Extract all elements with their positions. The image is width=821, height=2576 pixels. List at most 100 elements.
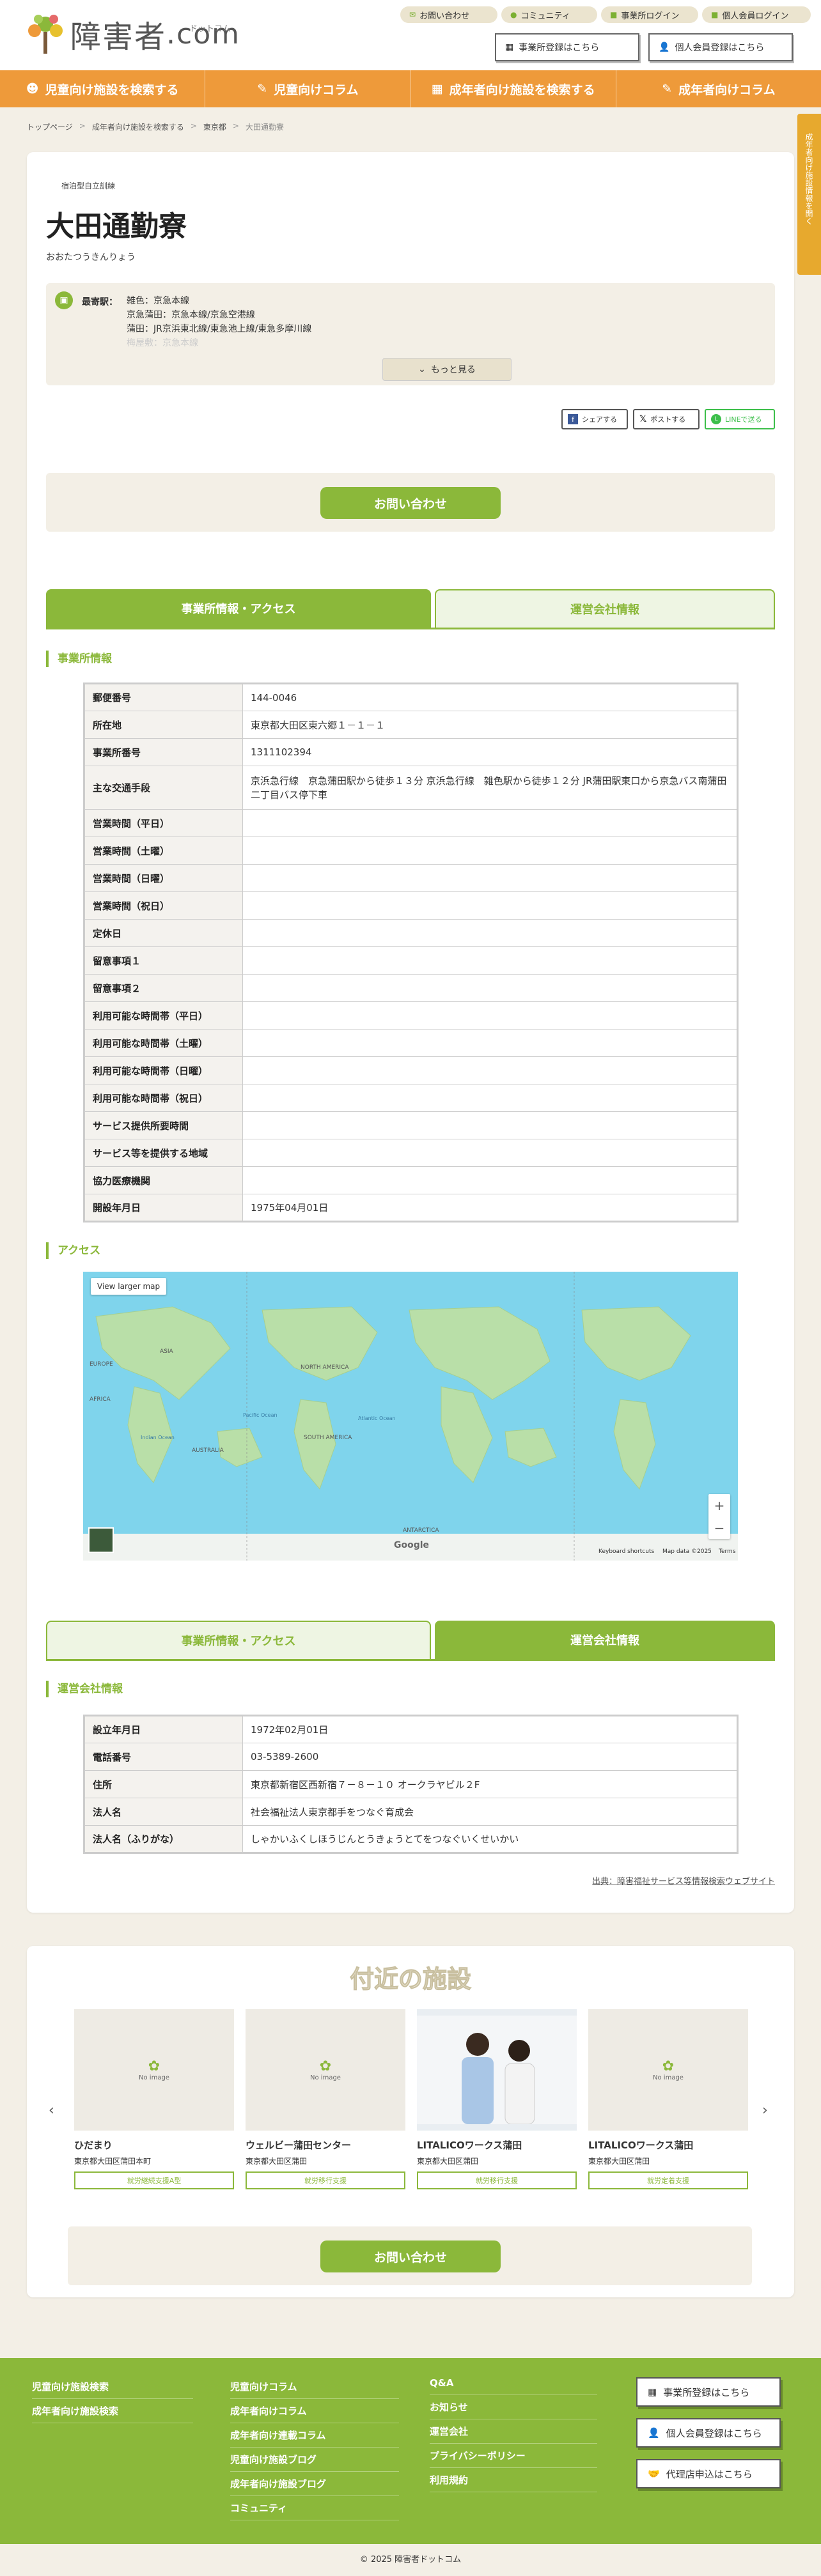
- show-more-button[interactable]: ⌄ もっと見る: [382, 358, 512, 381]
- breadcrumb-prefecture[interactable]: 東京都: [203, 121, 226, 132]
- service-tag: 就労定着支援: [588, 2171, 748, 2189]
- child-icon: ☻: [26, 82, 39, 96]
- map-data-credit: Map data ©2025: [662, 1548, 712, 1555]
- table-row: 利用可能な時間帯（土曜）: [84, 1029, 738, 1057]
- building-icon: ▦: [431, 82, 443, 96]
- community-link[interactable]: ● コミュニティ: [501, 6, 597, 23]
- office-register-button[interactable]: ▦ 事業所登録はこちら: [495, 33, 639, 61]
- footer-link[interactable]: 利用規約: [430, 2468, 597, 2492]
- map-label-indian-ocean: Indian Ocean: [141, 1435, 175, 1440]
- table-row: 住所 東京都新宿区西新宿７－８－１０ オークラヤビル２F: [84, 1770, 738, 1798]
- train-icon: ▣: [55, 291, 73, 309]
- table-row: サービス等を提供する地域: [84, 1139, 738, 1167]
- table-row: 電話番号 03-5389-2600: [84, 1743, 738, 1771]
- service-tag: 就労移行支援: [417, 2171, 577, 2189]
- nearby-facility-card[interactable]: LITALICOワークス蒲田 東京都大田区蒲田 就労移行支援: [417, 2009, 577, 2189]
- map-label-pacific-ocean: Pacific Ocean: [243, 1412, 278, 1418]
- facebook-share-button[interactable]: f シェアする: [561, 409, 628, 429]
- lock-icon: ■: [711, 10, 719, 19]
- contact-link[interactable]: ✉ お問い合わせ: [400, 6, 497, 23]
- footer-link[interactable]: 運営会社: [430, 2419, 597, 2444]
- table-row: 協力医療機関: [84, 1166, 738, 1194]
- footer-link[interactable]: Q&A: [430, 2371, 597, 2395]
- footer-agency-button[interactable]: 🤝 代理店申込はこちら: [636, 2459, 781, 2488]
- company-section-heading: 運営会社情報: [46, 1681, 123, 1697]
- logo-ruby: ドットコム: [189, 24, 231, 34]
- breadcrumb-top[interactable]: トップページ: [27, 121, 73, 132]
- table-row: 留意事項２: [84, 974, 738, 1002]
- footer-col-column: 児童向けコラム 成年者向けコラム 成年者向け連載コラム 児童向け施設ブログ 成年…: [230, 2375, 399, 2520]
- side-facility-info-tab[interactable]: 成年者向け施設情報を開く: [797, 114, 821, 275]
- tab-office-info[interactable]: 事業所情報・アクセス: [46, 589, 431, 628]
- line-share-button[interactable]: L LINEで送る: [705, 409, 775, 429]
- no-image-placeholder: ✿ No image: [246, 2009, 405, 2131]
- map-label-atlantic-ocean: Atlantic Ocean: [358, 1415, 396, 1421]
- carousel-next-icon[interactable]: ›: [762, 2102, 768, 2118]
- site-logo[interactable]: 障害者 .com: [26, 12, 240, 56]
- table-row: 事業所番号 1311102394: [84, 738, 738, 766]
- footer-link[interactable]: コミュニティ: [230, 2496, 399, 2520]
- world-map-graphic: [83, 1272, 738, 1561]
- handshake-icon: 🤝: [648, 2468, 660, 2480]
- office-section-heading: 事業所情報: [46, 651, 112, 667]
- breadcrumb-adult-search[interactable]: 成年者向け施設を検索する: [92, 121, 184, 132]
- nearby-facility-card[interactable]: ✿ No image LITALICOワークス蒲田 東京都大田区蒲田 就労定着支援: [588, 2009, 748, 2189]
- footer-office-register-button[interactable]: ▦ 事業所登録はこちら: [636, 2377, 781, 2407]
- nav-child-column[interactable]: ✎ 児童向けコラム: [205, 70, 411, 107]
- nav-adult-facility-search[interactable]: ▦ 成年者向け施設を検索する: [411, 70, 616, 107]
- table-row: 営業時間（祝日）: [84, 891, 738, 920]
- keyboard-shortcuts-link[interactable]: Keyboard shortcuts: [598, 1548, 654, 1555]
- footer-link[interactable]: 成年者向けコラム: [230, 2399, 399, 2423]
- facility-category: 宿泊型自立訓練: [61, 181, 116, 190]
- tab-company-info[interactable]: 運営会社情報: [435, 589, 775, 628]
- service-tag: 就労継続支援A型: [74, 2171, 234, 2189]
- nearby-facility-card[interactable]: ✿ No image ウェルビー蒲田センター 東京都大田区蒲田 就労移行支援: [246, 2009, 405, 2189]
- source-link[interactable]: 出典：障害福祉サービス等情報検索ウェブサイト: [592, 1874, 775, 1886]
- table-row: 設立年月日 1972年02月01日: [84, 1715, 738, 1743]
- person-icon: 👤: [659, 42, 670, 52]
- footer-link[interactable]: 児童向けコラム: [230, 2375, 399, 2399]
- building-icon: ▦: [505, 42, 514, 52]
- chevron-down-icon: ⌄: [418, 364, 426, 374]
- staff-photo: [417, 2009, 577, 2131]
- logo-text: 障害者: [70, 19, 167, 55]
- nav-adult-column[interactable]: ✎ 成年者向けコラム: [616, 70, 821, 107]
- table-row: 利用可能な時間帯（祝日）: [84, 1084, 738, 1112]
- zoom-out-icon[interactable]: −: [714, 1520, 725, 1536]
- nav-child-facility-search[interactable]: ☻ 児童向け施設を検索する: [0, 70, 206, 107]
- table-row: 開設年月日 1975年04月01日: [84, 1194, 738, 1222]
- footer-link[interactable]: 成年者向け連載コラム: [230, 2423, 399, 2448]
- footer-link[interactable]: 成年者向け施設ブログ: [230, 2472, 399, 2496]
- satellite-toggle[interactable]: [88, 1527, 114, 1553]
- facility-name: 大田通勤寮: [46, 210, 187, 243]
- zoom-in-icon[interactable]: +: [714, 1498, 725, 1513]
- x-icon: 𝕏: [639, 414, 647, 424]
- table-row: 郵便番号 144-0046: [84, 683, 738, 711]
- footer-link[interactable]: 成年者向け施設検索: [32, 2399, 193, 2423]
- no-image-placeholder: ✿ No image: [74, 2009, 234, 2131]
- tab-office-info-2[interactable]: 事業所情報・アクセス: [46, 1621, 431, 1659]
- tab-company-info-2[interactable]: 運営会社情報: [435, 1621, 775, 1659]
- facility-kana: おおたつうきんりょう: [46, 252, 136, 263]
- personal-login-link[interactable]: ■ 個人会員ログイン: [702, 6, 811, 23]
- tab-underline-2: [46, 1659, 775, 1661]
- personal-register-button[interactable]: 👤 個人会員登録はこちら: [648, 33, 793, 61]
- office-login-link[interactable]: ■ 事業所ログイン: [601, 6, 698, 23]
- pencil-icon: ✎: [662, 82, 673, 96]
- carousel-prev-icon[interactable]: ‹: [49, 2102, 54, 2118]
- contact-button-bottom[interactable]: お問い合わせ: [320, 2241, 501, 2272]
- footer-link[interactable]: 児童向け施設検索: [32, 2375, 193, 2399]
- nearby-facility-card[interactable]: ✿ No image ひだまり 東京都大田区蒲田本町 就労継続支援A型: [74, 2009, 234, 2189]
- breadcrumb: トップページ > 成年者向け施設を検索する > 東京都 > 大田通勤寮: [27, 121, 284, 132]
- footer-link[interactable]: 児童向け施設ブログ: [230, 2448, 399, 2472]
- map-terms-link[interactable]: Terms: [719, 1548, 736, 1555]
- x-post-button[interactable]: 𝕏 ポストする: [633, 409, 700, 429]
- table-row: 営業時間（土曜）: [84, 837, 738, 865]
- footer-link[interactable]: お知らせ: [430, 2395, 597, 2419]
- footer-personal-register-button[interactable]: 👤 個人会員登録はこちら: [636, 2418, 781, 2448]
- view-larger-map-link[interactable]: View larger map: [91, 1278, 167, 1295]
- footer-link[interactable]: プライバシーポリシー: [430, 2444, 597, 2468]
- map-label-north-america: NORTH AMERICA: [301, 1364, 349, 1371]
- google-map[interactable]: ASIA EUROPE AFRICA NORTH AMERICA SOUTH A…: [83, 1272, 738, 1561]
- contact-button-top[interactable]: お問い合わせ: [320, 487, 501, 519]
